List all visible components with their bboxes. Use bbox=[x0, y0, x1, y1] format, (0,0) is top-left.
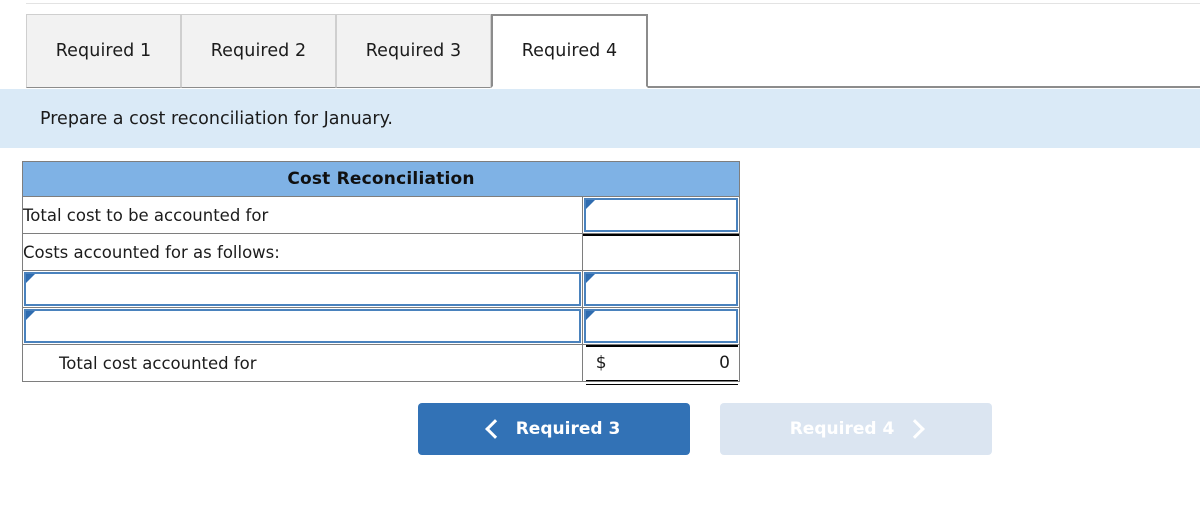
row-value-total-cost-to-be-accounted-for[interactable] bbox=[581, 196, 741, 236]
row-label-costs-accounted-for-as-follows: Costs accounted for as follows: bbox=[22, 233, 583, 271]
tab-label: Required 2 bbox=[210, 41, 307, 61]
next-button-label: Required 4 bbox=[789, 419, 895, 439]
cell-marker-icon bbox=[26, 311, 35, 320]
input-cost-amount-2[interactable] bbox=[583, 309, 738, 343]
tab-required-2[interactable]: Required 2 bbox=[181, 14, 336, 88]
chevron-right-icon bbox=[905, 419, 926, 439]
table-title: Cost Reconciliation bbox=[22, 161, 740, 197]
table-row: Total cost to be accounted for bbox=[22, 196, 741, 236]
next-required-4-button[interactable]: Required 4 bbox=[720, 403, 992, 455]
tab-required-4[interactable]: Required 4 bbox=[491, 14, 648, 88]
tab-required-1[interactable]: Required 1 bbox=[26, 14, 181, 88]
input-total-cost-to-be-accounted-for[interactable] bbox=[583, 198, 738, 232]
table-title-row: Cost Reconciliation bbox=[22, 161, 740, 197]
cell-marker-icon bbox=[585, 200, 595, 209]
tab-label: Required 1 bbox=[55, 41, 152, 61]
input-cost-description-1[interactable] bbox=[24, 272, 581, 306]
grand-total-double-rule bbox=[585, 380, 738, 385]
tab-required-3[interactable]: Required 3 bbox=[336, 14, 491, 88]
row-value-total-cost-accounted-for: $ 0 bbox=[581, 344, 741, 385]
row-value-blank-1[interactable] bbox=[581, 270, 741, 308]
top-divider bbox=[26, 3, 1200, 4]
row-label-total-cost-accounted-for: Total cost accounted for bbox=[22, 344, 583, 382]
table-total-row: Total cost accounted for $ 0 bbox=[22, 344, 741, 385]
cell-marker-icon bbox=[585, 311, 595, 320]
cost-reconciliation-table: Cost Reconciliation Total cost to be acc… bbox=[22, 161, 741, 385]
tab-label: Required 4 bbox=[521, 41, 618, 61]
table-row bbox=[22, 270, 741, 308]
tab-strip: Required 1 Required 2 Required 3 Require… bbox=[0, 14, 1200, 88]
table-row bbox=[22, 307, 741, 345]
chevron-left-icon bbox=[484, 419, 505, 439]
prev-button-label: Required 3 bbox=[515, 419, 621, 439]
cell-marker-icon bbox=[585, 274, 595, 283]
row-label-blank-1[interactable] bbox=[22, 270, 583, 308]
input-cost-amount-1[interactable] bbox=[583, 272, 738, 306]
row-value-costs-accounted-for-as-follows bbox=[581, 233, 741, 271]
instruction-banner: Prepare a cost reconciliation for Januar… bbox=[0, 89, 1200, 148]
input-cost-description-2[interactable] bbox=[24, 309, 581, 343]
instruction-text: Prepare a cost reconciliation for Januar… bbox=[40, 108, 393, 129]
row-label-total-cost-to-be-accounted-for: Total cost to be accounted for bbox=[22, 196, 583, 234]
cell-marker-icon bbox=[26, 274, 35, 283]
total-amount: 0 bbox=[719, 353, 730, 373]
navigation-buttons: Required 3 Required 4 bbox=[418, 403, 998, 455]
table-row: Costs accounted for as follows: bbox=[22, 233, 741, 271]
subtotal-rule bbox=[582, 234, 739, 236]
currency-symbol: $ bbox=[595, 353, 607, 373]
prev-required-3-button[interactable]: Required 3 bbox=[418, 403, 690, 455]
tab-label: Required 3 bbox=[365, 41, 462, 61]
row-label-blank-2[interactable] bbox=[22, 307, 583, 345]
row-value-blank-2[interactable] bbox=[581, 307, 741, 345]
